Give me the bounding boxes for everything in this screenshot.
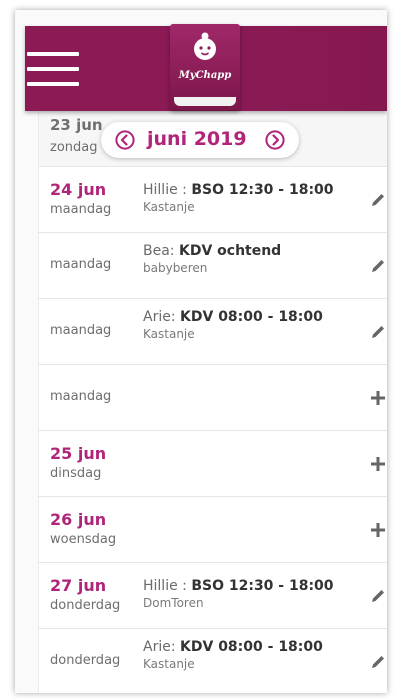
- day-weekday: woensdag: [50, 532, 117, 547]
- day-weekday: maandag: [50, 389, 112, 404]
- chevron-left-circle-icon[interactable]: [115, 130, 135, 150]
- shift-entry: Hillie : BSO 12:30 - 18:00: [143, 578, 334, 594]
- shift-location: Kastanje: [143, 657, 195, 671]
- plus-add-icon[interactable]: [369, 389, 387, 407]
- shift-separator: :: [177, 578, 192, 594]
- day-date: 27 jun: [50, 576, 107, 595]
- shift-time: KDV 08:00 - 18:00: [180, 639, 323, 655]
- logo-text: MyChapp: [178, 70, 232, 81]
- day-row: 23 jun zondag juni 2019: [38, 110, 387, 167]
- pencil-edit-icon[interactable]: [369, 587, 387, 605]
- app-header: MyChapp: [25, 24, 387, 111]
- day-weekday: donderdag: [50, 598, 121, 613]
- menu-line: [27, 82, 79, 86]
- shift-person: Arie: [143, 309, 171, 325]
- pencil-edit-icon[interactable]: [369, 191, 387, 209]
- day-row: 24 jun maandag Hillie : BSO 12:30 - 18:0…: [38, 167, 387, 233]
- day-weekday: maandag: [50, 202, 112, 217]
- shift-person: Hillie: [143, 578, 178, 594]
- shift-person: Arie: [143, 639, 171, 655]
- shift-location: Kastanje: [143, 200, 195, 214]
- shift-time: BSO 12:30 - 18:00: [191, 182, 334, 198]
- shift-separator: :: [170, 639, 181, 655]
- shift-time: KDV 08:00 - 18:00: [180, 309, 323, 325]
- month-navigator: juni 2019: [101, 122, 299, 158]
- day-weekday: maandag: [50, 323, 112, 338]
- shift-entry: Bea: KDV ochtend: [143, 243, 281, 259]
- day-weekday: dinsdag: [50, 466, 102, 481]
- shift-separator: :: [177, 182, 192, 198]
- day-row: 25 jun dinsdag: [38, 431, 387, 497]
- day-date: 26 jun: [50, 510, 107, 529]
- shift-location: DomToren: [143, 596, 204, 610]
- logo-pages: [174, 97, 236, 106]
- shift-entry: Hillie : BSO 12:30 - 18:00: [143, 182, 334, 198]
- month-label: juni 2019: [147, 128, 247, 150]
- shift-location: babyberen: [143, 261, 208, 275]
- day-row: maandag: [38, 365, 387, 431]
- shift-location: Kastanje: [143, 327, 195, 341]
- plus-add-icon[interactable]: [369, 521, 387, 539]
- shift-person: Bea: [143, 243, 170, 259]
- hamburger-menu-icon[interactable]: [27, 46, 79, 92]
- day-weekday: donderdag: [50, 653, 121, 668]
- day-date: 23 jun: [50, 116, 103, 134]
- shift-separator: :: [170, 309, 181, 325]
- menu-line: [27, 67, 79, 71]
- shift-time: BSO 12:30 - 18:00: [191, 578, 334, 594]
- baby-face-icon: [194, 32, 216, 60]
- day-date: 24 jun: [50, 180, 107, 199]
- day-row: donderdag Arie: KDV 08:00 - 18:00 Kastan…: [38, 629, 387, 693]
- shift-separator: :: [169, 243, 179, 259]
- pencil-edit-icon[interactable]: [369, 653, 387, 671]
- plus-add-icon[interactable]: [369, 455, 387, 473]
- day-weekday: maandag: [50, 257, 112, 272]
- schedule-list: 23 jun zondag juni 2019 24 jun maandag H…: [38, 110, 387, 693]
- day-row: 26 jun woensdag: [38, 497, 387, 563]
- shift-entry: Arie: KDV 08:00 - 18:00: [143, 309, 323, 325]
- shift-entry: Arie: KDV 08:00 - 18:00: [143, 639, 323, 655]
- shift-person: Hillie: [143, 182, 178, 198]
- pencil-edit-icon[interactable]: [369, 323, 387, 341]
- chevron-right-circle-icon[interactable]: [265, 130, 285, 150]
- app-frame: 23 jun zondag juni 2019 24 jun maandag H…: [15, 10, 387, 693]
- menu-line: [27, 52, 79, 56]
- shift-time: KDV ochtend: [178, 243, 282, 259]
- day-row: 27 jun donderdag Hillie : BSO 12:30 - 18…: [38, 563, 387, 629]
- day-row: maandag Arie: KDV 08:00 - 18:00 Kastanje: [38, 299, 387, 365]
- pencil-edit-icon[interactable]: [369, 257, 387, 275]
- app-logo[interactable]: MyChapp: [170, 24, 240, 110]
- day-row: maandag Bea: KDV ochtend babyberen: [38, 233, 387, 299]
- day-date: 25 jun: [50, 444, 107, 463]
- day-weekday: zondag: [50, 140, 98, 155]
